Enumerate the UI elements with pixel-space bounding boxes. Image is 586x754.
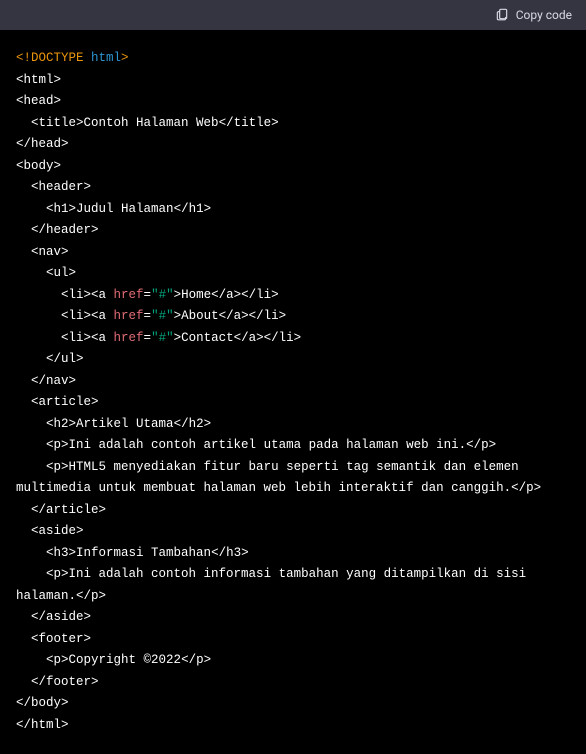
code-text: > (174, 309, 182, 323)
code-text: </body> (16, 696, 69, 710)
code-text: </title> (219, 116, 279, 130)
code-text: </article> (16, 503, 106, 517)
code-text: About (181, 309, 219, 323)
code-text: </p> (511, 481, 541, 495)
code-text: "#" (151, 331, 174, 345)
code-text: "#" (151, 309, 174, 323)
code-text: <head> (16, 94, 61, 108)
code-text: <h2> (16, 417, 76, 431)
code-text: <p> (16, 653, 69, 667)
code-text: <body> (16, 159, 61, 173)
code-text: = (144, 288, 152, 302)
copy-code-label: Copy code (516, 8, 572, 22)
code-text: </h3> (211, 546, 249, 560)
code-text: </p> (466, 438, 496, 452)
code-text: html (91, 51, 121, 65)
code-text: Informasi Tambahan (76, 546, 211, 560)
code-text: <footer> (16, 632, 91, 646)
code-text: </nav> (16, 374, 76, 388)
code-text: <aside> (16, 524, 84, 538)
code-text: <article> (16, 395, 99, 409)
code-text: </a></li> (234, 331, 302, 345)
code-text: <li><a (16, 331, 114, 345)
code-text: <h1> (16, 202, 76, 216)
code-text: </html> (16, 718, 69, 732)
code-text: Contact (181, 331, 234, 345)
code-text: Ini adalah contoh artikel utama pada hal… (69, 438, 467, 452)
code-text: > (174, 288, 182, 302)
code-text: </a></li> (211, 288, 279, 302)
code-text: href (114, 309, 144, 323)
code-text: <nav> (16, 245, 69, 259)
clipboard-icon (495, 7, 509, 24)
code-text: </h1> (174, 202, 212, 216)
code-text: <li><a (16, 309, 114, 323)
code-text: </head> (16, 137, 69, 151)
code-text: </ul> (16, 352, 84, 366)
code-text: = (144, 331, 152, 345)
copy-code-button[interactable]: Copy code (495, 7, 572, 24)
code-text: "#" (151, 288, 174, 302)
code-text: <p> (16, 460, 69, 474)
code-text: <li><a (16, 288, 114, 302)
code-block: <!DOCTYPE html> <html> <head> <title>Con… (0, 30, 586, 754)
code-text: href (114, 288, 144, 302)
code-text: Home (181, 288, 211, 302)
code-text: </a></li> (219, 309, 287, 323)
code-text: </h2> (174, 417, 212, 431)
code-text: <ul> (16, 266, 76, 280)
code-text: </footer> (16, 675, 99, 689)
code-text: Contoh Halaman Web (84, 116, 219, 130)
code-text: Artikel Utama (76, 417, 174, 431)
code-text: <p> (16, 438, 69, 452)
code-text: </aside> (16, 610, 91, 624)
code-text: </header> (16, 223, 99, 237)
code-text: <title> (16, 116, 84, 130)
code-text: <!DOCTYPE (16, 51, 91, 65)
code-text: <p> (16, 567, 69, 581)
code-text: Judul Halaman (76, 202, 174, 216)
code-text: <header> (16, 180, 91, 194)
code-text: = (144, 309, 152, 323)
code-text: <html> (16, 73, 61, 87)
code-text: > (121, 51, 129, 65)
code-header-bar: Copy code (0, 0, 586, 30)
code-text: </p> (181, 653, 211, 667)
code-text: HTML5 menyediakan fitur baru seperti tag… (16, 460, 526, 496)
code-text: href (114, 331, 144, 345)
code-text: > (174, 331, 182, 345)
code-text: </p> (76, 589, 106, 603)
code-text: Copyright ©2022 (69, 653, 182, 667)
code-text: <h3> (16, 546, 76, 560)
